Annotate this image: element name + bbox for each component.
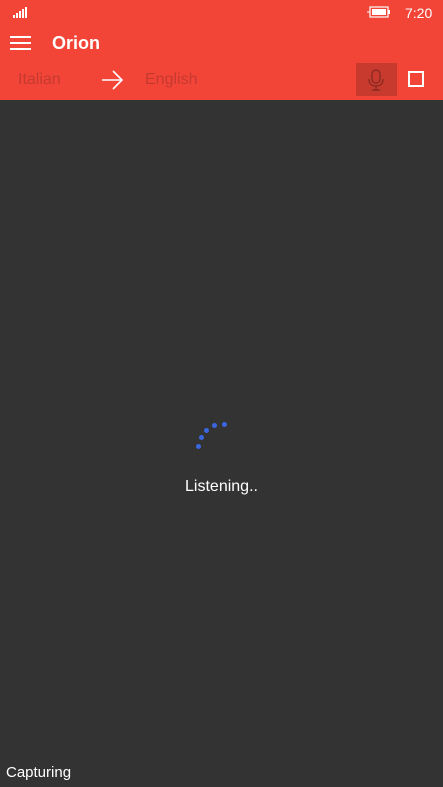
hamburger-menu-icon[interactable] [10, 34, 32, 50]
signal-icon [13, 7, 27, 18]
target-language-selector[interactable]: English [145, 70, 197, 90]
listening-status-text: Listening.. [185, 478, 258, 495]
app-bar: Orion Italian English [0, 25, 443, 100]
source-language-selector[interactable]: Italian [18, 70, 61, 90]
microphone-button[interactable] [356, 63, 397, 96]
capturing-status-text: Capturing [6, 764, 72, 781]
progress-dots-icon [190, 418, 230, 454]
arrow-right-icon[interactable] [100, 69, 124, 91]
app-title: Orion [52, 33, 100, 53]
stop-icon[interactable] [408, 71, 424, 87]
microphone-icon [368, 69, 384, 91]
battery-charging-icon [367, 6, 390, 18]
status-clock: 7:20 [405, 5, 433, 21]
status-bar: 7:20 [0, 0, 443, 25]
